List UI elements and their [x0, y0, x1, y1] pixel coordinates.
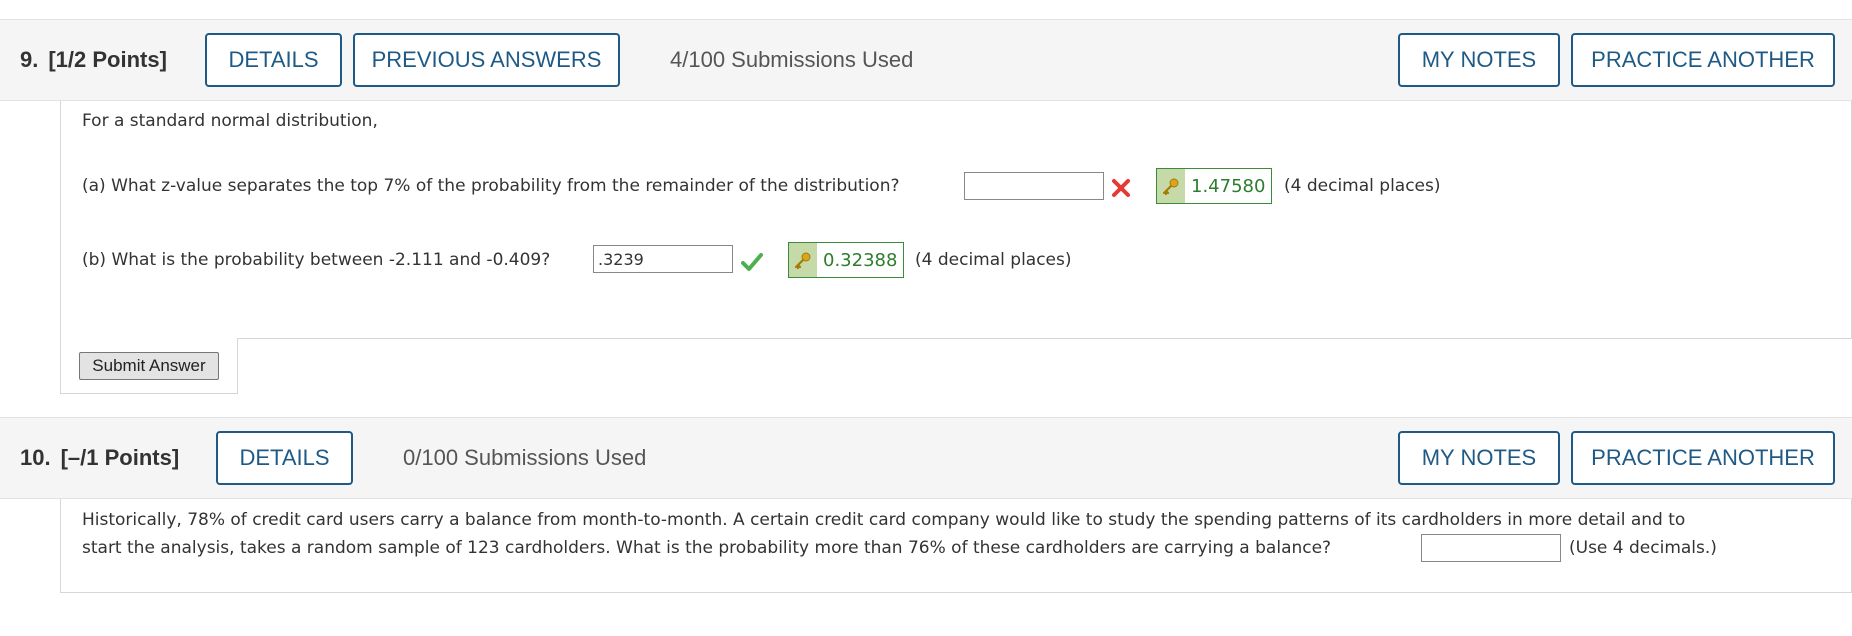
- incorrect-x-icon: [1112, 179, 1130, 197]
- question-10-answer-input[interactable]: [1421, 534, 1561, 562]
- submissions-used: 4/100 Submissions Used: [670, 47, 914, 72]
- submit-area: Submit Answer: [60, 338, 238, 394]
- part-a-prompt: (a) What z-value separates the top 7% of…: [82, 176, 900, 196]
- question-number: 9.: [20, 47, 39, 72]
- question-9-intro: For a standard normal distribution,: [82, 111, 378, 131]
- question-10-header: 10. [–/1 Points] DETAILS 0/100 Submission…: [0, 417, 1852, 499]
- question-10-text-line1: Historically, 78% of credit card users c…: [82, 510, 1686, 530]
- submit-answer-button[interactable]: Submit Answer: [79, 352, 219, 380]
- question-9-header: 9. [1/2 Points] DETAILS PREVIOUS ANSWERS …: [0, 19, 1852, 101]
- question-points: [1/2 Points]: [48, 47, 167, 72]
- part-b-hint: (4 decimal places): [915, 250, 1072, 270]
- part-b-key-answer: 0.32388: [788, 242, 905, 278]
- previous-answers-button[interactable]: PREVIOUS ANSWERS: [353, 33, 620, 87]
- correct-check-icon: [741, 253, 763, 271]
- part-a-answer-input[interactable]: [964, 172, 1104, 200]
- details-button[interactable]: DETAILS: [205, 33, 342, 87]
- key-icon: [789, 243, 817, 277]
- question-9-number: 9. [1/2 Points]: [20, 20, 167, 100]
- question-9-body: [60, 101, 1852, 339]
- question-points: [–/1 Points]: [60, 445, 180, 470]
- question-number: 10.: [20, 445, 51, 470]
- key-icon: [1157, 169, 1185, 203]
- practice-another-button[interactable]: PRACTICE ANOTHER: [1571, 33, 1835, 87]
- part-b-prompt: (b) What is the probability between -2.1…: [82, 250, 551, 270]
- question-10-number: 10. [–/1 Points]: [20, 418, 179, 498]
- part-b-answer-input[interactable]: [593, 245, 733, 273]
- practice-another-button[interactable]: PRACTICE ANOTHER: [1571, 431, 1835, 485]
- part-a-hint: (4 decimal places): [1284, 176, 1441, 196]
- my-notes-button[interactable]: MY NOTES: [1398, 431, 1560, 485]
- submissions-used: 0/100 Submissions Used: [403, 445, 647, 470]
- question-10-text-line2: start the analysis, takes a random sampl…: [82, 538, 1332, 558]
- part-a-key-answer: 1.47580: [1156, 168, 1273, 204]
- key-answer-value: 0.32388: [823, 249, 898, 271]
- my-notes-button[interactable]: MY NOTES: [1398, 33, 1560, 87]
- details-button[interactable]: DETAILS: [216, 431, 353, 485]
- key-answer-value: 1.47580: [1191, 175, 1266, 197]
- question-10-hint: (Use 4 decimals.): [1569, 538, 1717, 558]
